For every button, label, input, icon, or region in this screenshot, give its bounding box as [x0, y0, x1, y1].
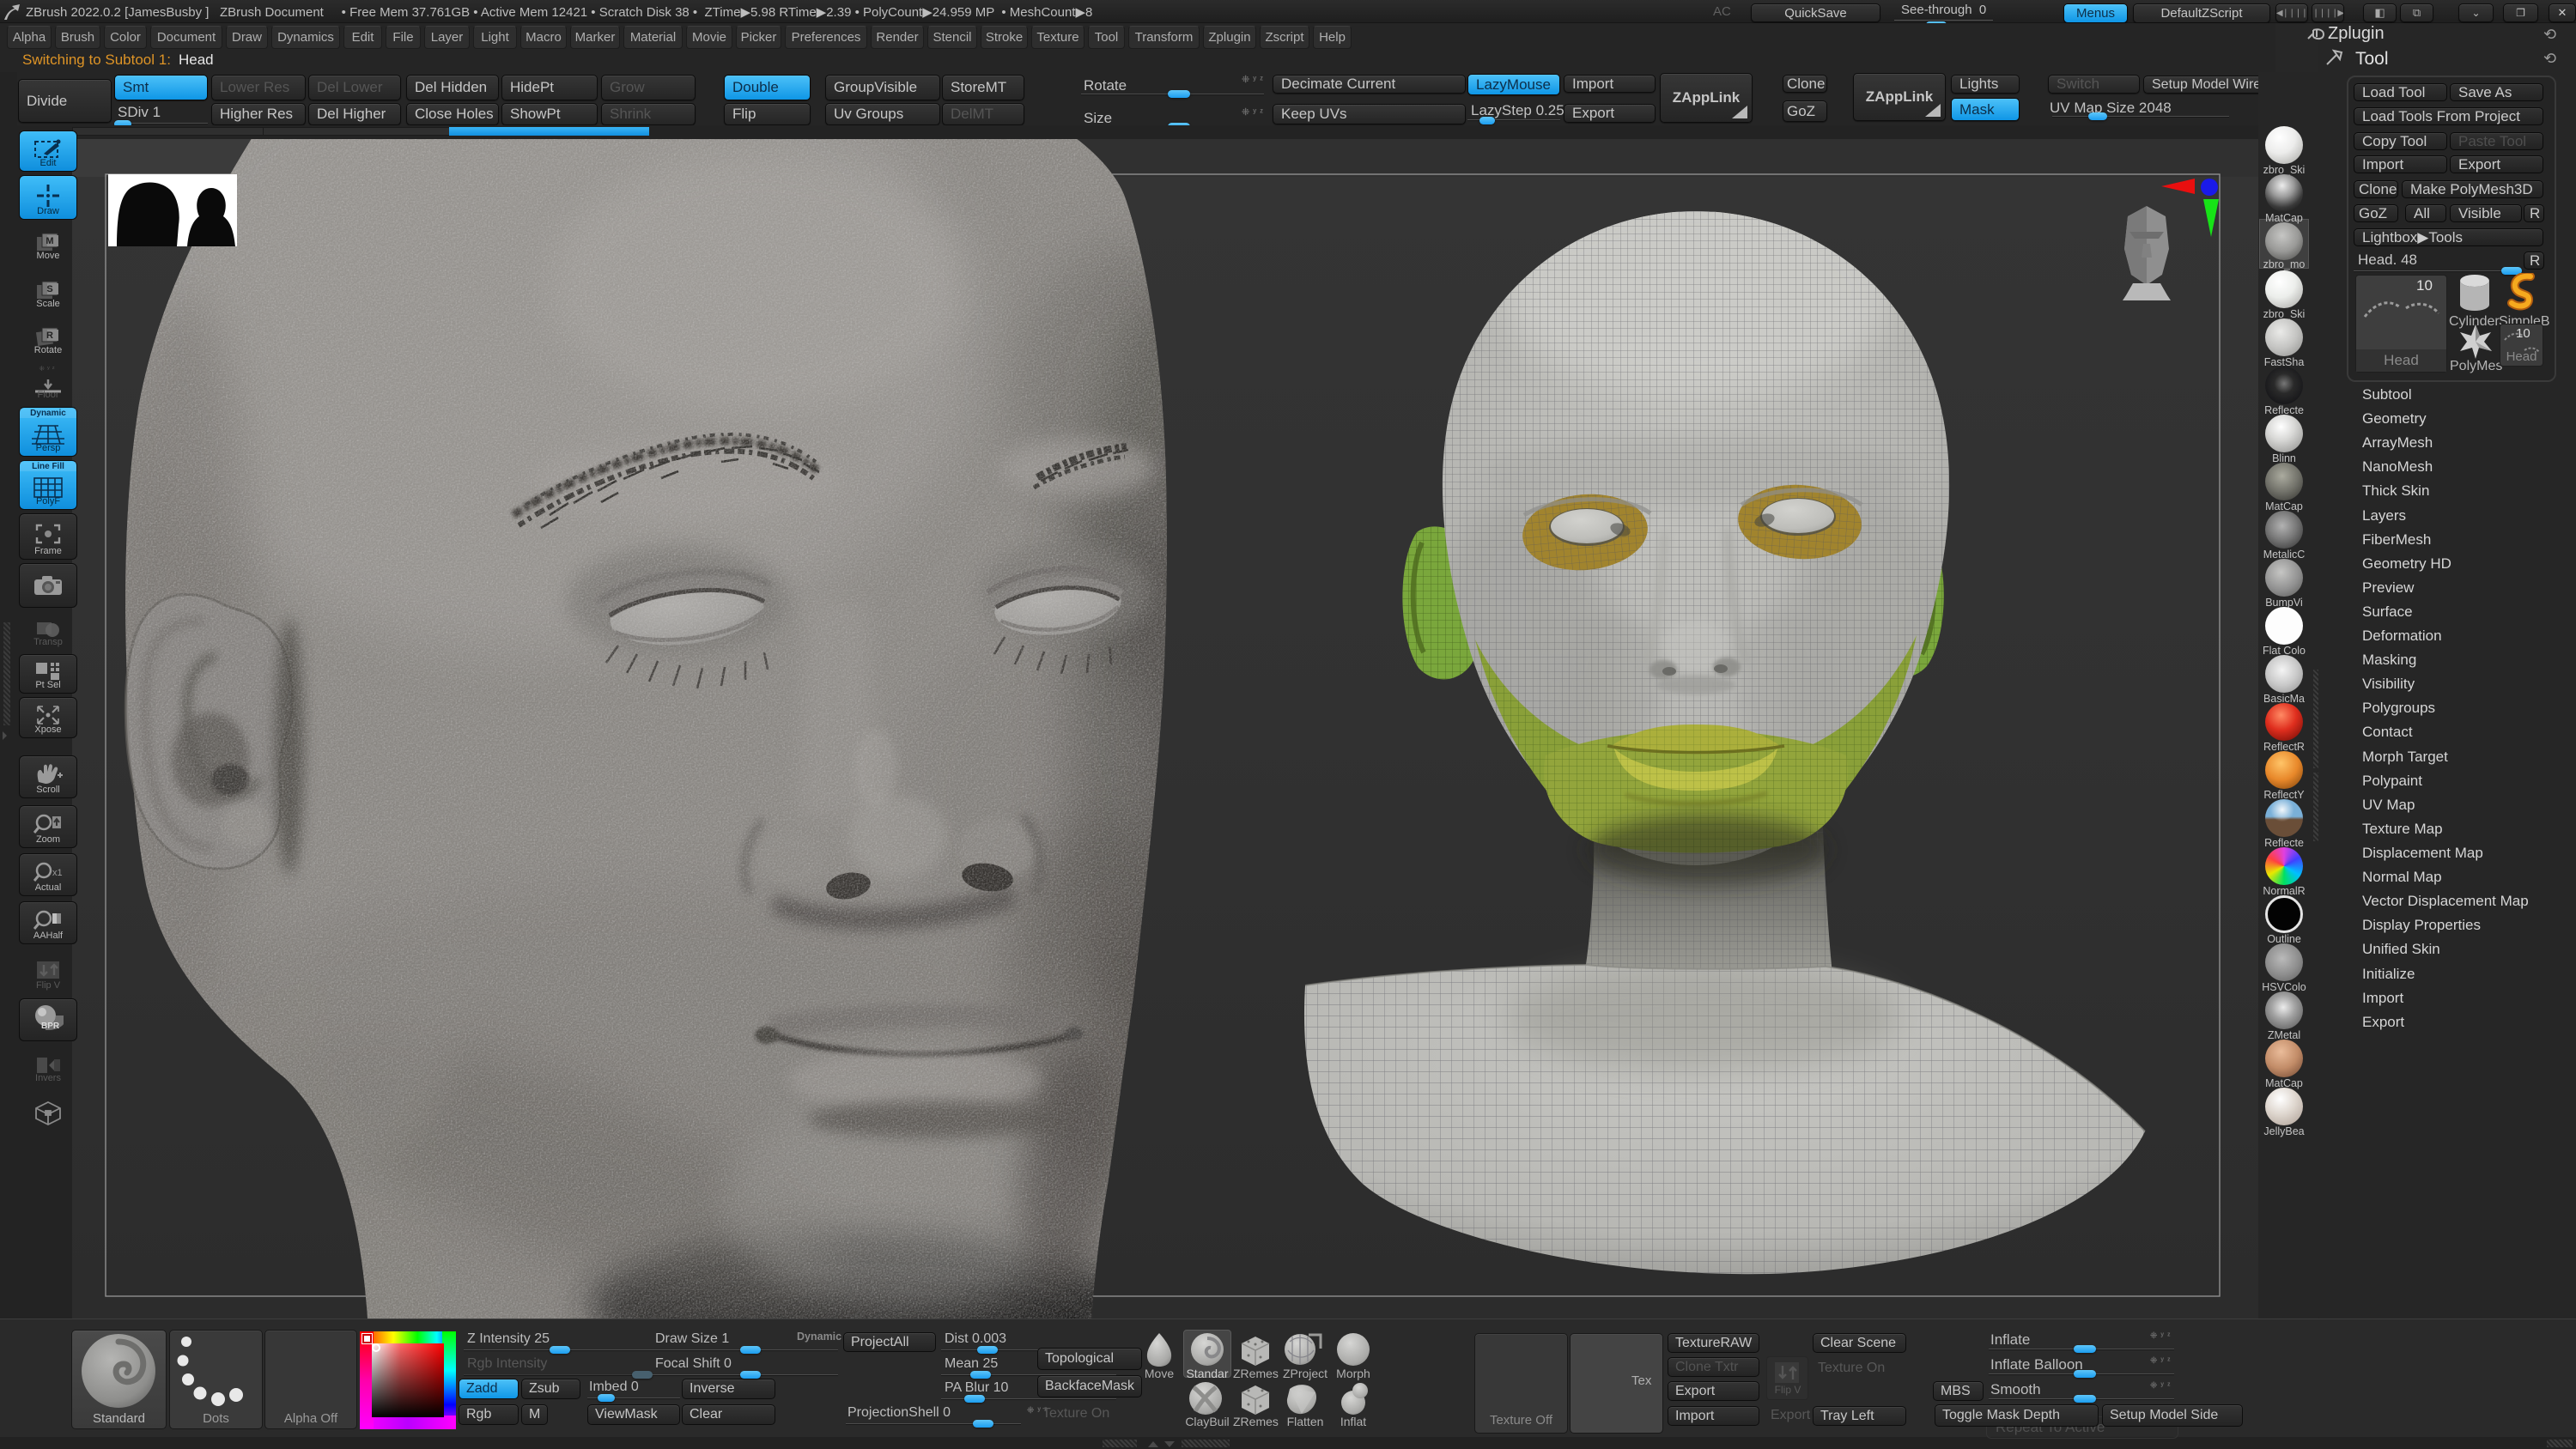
svg-text:BPR: BPR [41, 1022, 60, 1030]
svg-text:x1: x1 [52, 868, 63, 878]
svg-text:S: S [46, 284, 52, 294]
svg-text:R: R [46, 330, 53, 341]
svg-text:M: M [46, 236, 53, 246]
